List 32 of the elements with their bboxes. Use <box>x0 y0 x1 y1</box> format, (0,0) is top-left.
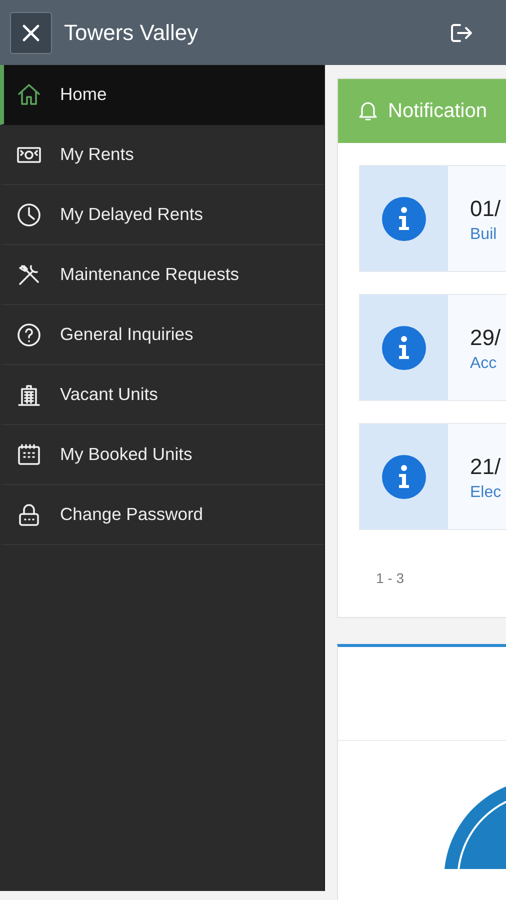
close-button[interactable] <box>10 12 52 54</box>
notification-item[interactable]: 29/ Acc <box>359 294 506 401</box>
sidebar-item[interactable]: My Rents <box>0 125 324 185</box>
calendar-icon <box>16 442 42 468</box>
info-icon <box>382 196 426 240</box>
notification-date: 29/ <box>470 325 501 351</box>
clock-icon <box>16 202 42 228</box>
notification-text: Acc <box>470 355 498 373</box>
lock-icon <box>16 502 42 528</box>
info-icon <box>382 454 426 498</box>
house-icon <box>16 82 42 108</box>
sidebar-item[interactable]: Change Password <box>0 485 324 545</box>
sidebar-item[interactable]: Maintenance Requests <box>0 245 324 305</box>
sidebar-item[interactable]: General Inquiries <box>0 305 324 365</box>
logout-icon[interactable] <box>450 22 474 44</box>
app-title: Towers Valley <box>64 20 200 46</box>
notification-item[interactable]: 01/ Buil <box>359 165 506 272</box>
card-title: Notification <box>388 100 487 122</box>
bell-icon <box>358 100 378 122</box>
notification-item[interactable]: 21/ Elec <box>359 423 506 530</box>
notification-text: Elec <box>470 484 502 502</box>
notification-date: 01/ <box>470 196 501 222</box>
sidebar-item[interactable]: My Booked Units <box>0 425 324 485</box>
notification-text: Buil <box>470 226 498 244</box>
sidebar-item[interactable]: Home <box>0 65 324 125</box>
sidebar-item[interactable]: My Delayed Rents <box>0 185 324 245</box>
pagination-range: 1 - 3 <box>376 570 404 586</box>
info-icon <box>382 326 426 370</box>
sidebar-item[interactable]: Vacant Units <box>0 365 324 425</box>
close-icon <box>22 24 40 42</box>
notification-date: 21/ <box>470 454 502 480</box>
question-icon <box>16 322 42 348</box>
